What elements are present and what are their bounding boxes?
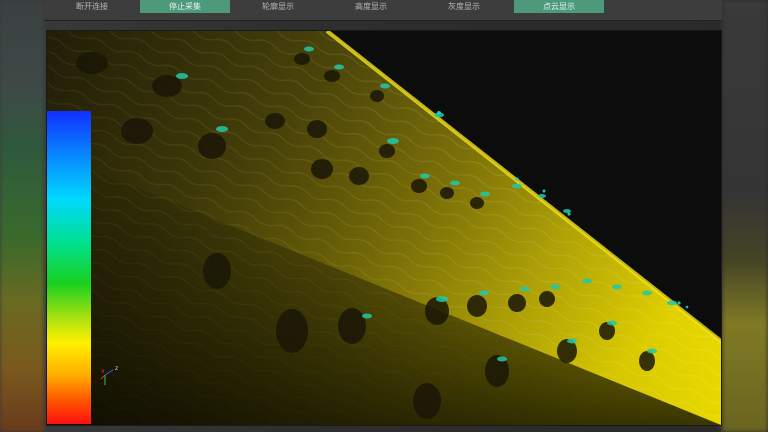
- left-side-panel: [0, 0, 44, 432]
- pointcloud-viewport[interactable]: x z: [46, 30, 722, 426]
- point-cloud-surface[interactable]: [47, 31, 721, 425]
- stop-capture-button[interactable]: 停止采集: [140, 0, 230, 13]
- height-display-button[interactable]: 高度显示: [326, 0, 416, 13]
- toolbar: 断开连接 停止采集 轮廓显示 高度显示 灰度显示 点云显示: [44, 0, 722, 21]
- right-side-panel: [722, 0, 768, 432]
- axis-z-label: z: [115, 365, 118, 372]
- app-window: 断开连接 停止采集 轮廓显示 高度显示 灰度显示 点云显示 x z: [0, 0, 768, 432]
- disconnect-button[interactable]: 断开连接: [47, 0, 137, 13]
- grayscale-display-button[interactable]: 灰度显示: [419, 0, 509, 13]
- profile-display-button[interactable]: 轮廓显示: [233, 0, 323, 13]
- axis-indicator-icon: x z: [100, 365, 118, 385]
- height-colorbar: [47, 111, 91, 424]
- pointcloud-display-button[interactable]: 点云显示: [514, 0, 604, 13]
- axis-x-label: x: [101, 368, 105, 375]
